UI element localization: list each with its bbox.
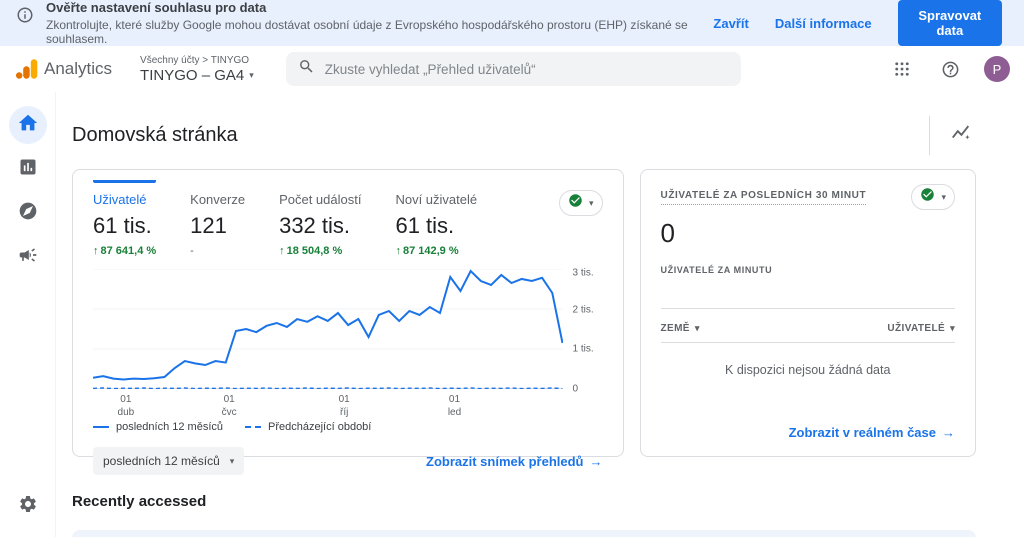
recently-accessed-card: [72, 530, 976, 537]
chart-legend: posledních 12 měsíců Předcházející obdob…: [93, 421, 603, 433]
sidebar-item-reports[interactable]: [9, 150, 47, 188]
chevron-down-icon: ▾: [249, 69, 254, 80]
reports-icon: [18, 157, 38, 182]
arrow-right-icon: →: [589, 453, 603, 469]
up-arrow-icon: ↑: [395, 245, 401, 257]
metric-value: 332 tis.: [279, 213, 351, 238]
y-axis-tick: 0: [572, 383, 579, 395]
chevron-down-icon: ▾: [941, 191, 946, 202]
search-icon: [298, 58, 315, 80]
metric-tab-new-users[interactable]: Noví uživatelé 61 tis. ↑ 87 142,9 %: [395, 180, 477, 257]
page-title: Domovská stránka: [72, 124, 238, 146]
consent-banner: Ověřte nastavení souhlasu pro data Zkont…: [0, 0, 1024, 46]
view-reports-snapshot-link[interactable]: Zobrazit snímek přehledů →: [426, 454, 602, 469]
legend-current-period: posledních 12 měsíců: [93, 421, 223, 433]
metric-tab-users[interactable]: Uživatelé 61 tis. ↑ 87 641,4 %: [93, 180, 156, 257]
account-switcher[interactable]: Všechny účty > TINYGO TINYGO – GA4 ▾: [140, 55, 254, 84]
insights-button[interactable]: [929, 116, 976, 155]
app-header: Analytics Všechny účty > TINYGO TINYGO –…: [0, 46, 1024, 92]
banner-close-link[interactable]: Zavřít: [713, 16, 748, 31]
realtime-user-count: 0: [660, 218, 675, 248]
property-name: TINYGO – GA4: [140, 66, 245, 84]
analytics-logo-icon: [14, 56, 40, 82]
data-quality-dropdown[interactable]: ▾: [911, 184, 955, 210]
banner-description: Zkontrolujte, které služby Google mohou …: [46, 18, 688, 46]
metric-value: 61 tis.: [395, 213, 455, 238]
left-nav: [0, 92, 56, 537]
y-axis-tick: 1 tis.: [572, 343, 594, 355]
chevron-down-icon: ▾: [229, 455, 235, 466]
metric-tab-event-count[interactable]: Počet událostí 332 tis. ↑ 18 504,8 %: [279, 180, 361, 257]
metric-change: ↑ 87 641,4 %: [93, 245, 157, 257]
realtime-title: UŽIVATELÉ ZA POSLEDNÍCH 30 MINUT: [660, 190, 867, 205]
chevron-down-icon: ▾: [588, 197, 594, 208]
view-realtime-link[interactable]: Zobrazit v reálném čase →: [789, 425, 955, 440]
dashed-line-swatch: [245, 426, 262, 428]
check-circle-icon: [920, 187, 935, 207]
no-data-message: K dispozici nejsou žádná data: [725, 363, 891, 377]
metric-change: ↑ 18 504,8 %: [279, 245, 343, 257]
metric-value: 61 tis.: [93, 213, 152, 238]
metric-tab-conversions[interactable]: Konverze 121 -: [190, 180, 245, 257]
users-per-minute-label: UŽIVATELÉ ZA MINUTU: [660, 265, 773, 275]
y-axis-tick: 2 tis.: [572, 304, 594, 316]
apps-grid-icon[interactable]: [888, 55, 916, 83]
metric-label: Počet událostí: [279, 192, 362, 207]
realtime-card: UŽIVATELÉ ZA POSLEDNÍCH 30 MINUT ▾ 0 UŽI…: [639, 169, 976, 457]
home-icon: [17, 112, 39, 139]
banner-title: Ověřte nastavení souhlasu pro data: [46, 0, 267, 15]
advertising-icon: [18, 245, 38, 270]
metric-change: -: [190, 245, 194, 257]
x-axis-tick: 01 říj: [338, 394, 350, 418]
users-trend-chart: 01 dub 01 čvc 01 říj 01 led: [93, 269, 563, 418]
y-axis: 3 tis. 2 tis. 1 tis. 0: [563, 267, 603, 394]
main-content: Domovská stránka Uživatelé 61 tis. ↑ 87 …: [56, 92, 1024, 537]
data-quality-dropdown[interactable]: ▾: [558, 190, 603, 216]
metric-label: Noví uživatelé: [395, 192, 478, 207]
x-axis-tick: 01 dub: [117, 394, 135, 418]
overview-card: Uživatelé 61 tis. ↑ 87 641,4 % Konverze …: [72, 169, 624, 475]
up-arrow-icon: ↑: [93, 245, 99, 257]
date-range-dropdown[interactable]: posledních 12 měsíců ▾: [93, 447, 245, 475]
sidebar-item-advertising[interactable]: [9, 238, 47, 276]
insights-sparkline-icon: [950, 122, 972, 149]
country-column-header[interactable]: ZEMĚ ▾: [661, 323, 700, 334]
recently-accessed-title: Recently accessed: [72, 493, 207, 510]
search-input[interactable]: [324, 61, 729, 77]
app-name: Analytics: [44, 59, 113, 78]
breadcrumb: Všechny účty > TINYGO: [140, 54, 250, 66]
metric-label: Uživatelé: [93, 192, 147, 207]
manage-data-button[interactable]: Spravovat data: [897, 0, 1002, 46]
explore-compass-icon: [18, 201, 38, 226]
metric-value: 121: [190, 213, 227, 238]
x-axis-tick: 01 led: [447, 394, 462, 418]
trend-line-svg: [93, 269, 563, 389]
metric-change: ↑ 87 142,9 %: [395, 245, 459, 257]
arrow-right-icon: →: [942, 425, 955, 440]
user-avatar[interactable]: P: [984, 56, 1010, 82]
metric-label: Konverze: [190, 192, 246, 207]
chevron-down-icon: ▾: [694, 323, 700, 333]
check-circle-icon: [568, 193, 583, 213]
up-arrow-icon: ↑: [279, 245, 285, 257]
legend-previous-period: Předcházející období: [245, 421, 371, 433]
gear-icon: [18, 494, 38, 519]
solid-line-swatch: [93, 426, 109, 428]
users-per-minute-sparkline: [660, 275, 955, 309]
sidebar-item-explore[interactable]: [9, 194, 47, 232]
users-column-header[interactable]: UŽIVATELÉ ▾: [887, 323, 955, 334]
search-bar[interactable]: [285, 52, 741, 86]
banner-more-info-link[interactable]: Další informace: [775, 16, 872, 31]
chevron-down-icon: ▾: [950, 323, 955, 333]
sidebar-item-home[interactable]: [8, 106, 47, 144]
x-axis-tick: 01 čvc: [221, 394, 237, 418]
help-icon[interactable]: [936, 55, 964, 83]
y-axis-tick: 3 tis.: [572, 267, 594, 279]
sidebar-item-admin[interactable]: [9, 487, 47, 525]
info-icon: [16, 6, 34, 29]
